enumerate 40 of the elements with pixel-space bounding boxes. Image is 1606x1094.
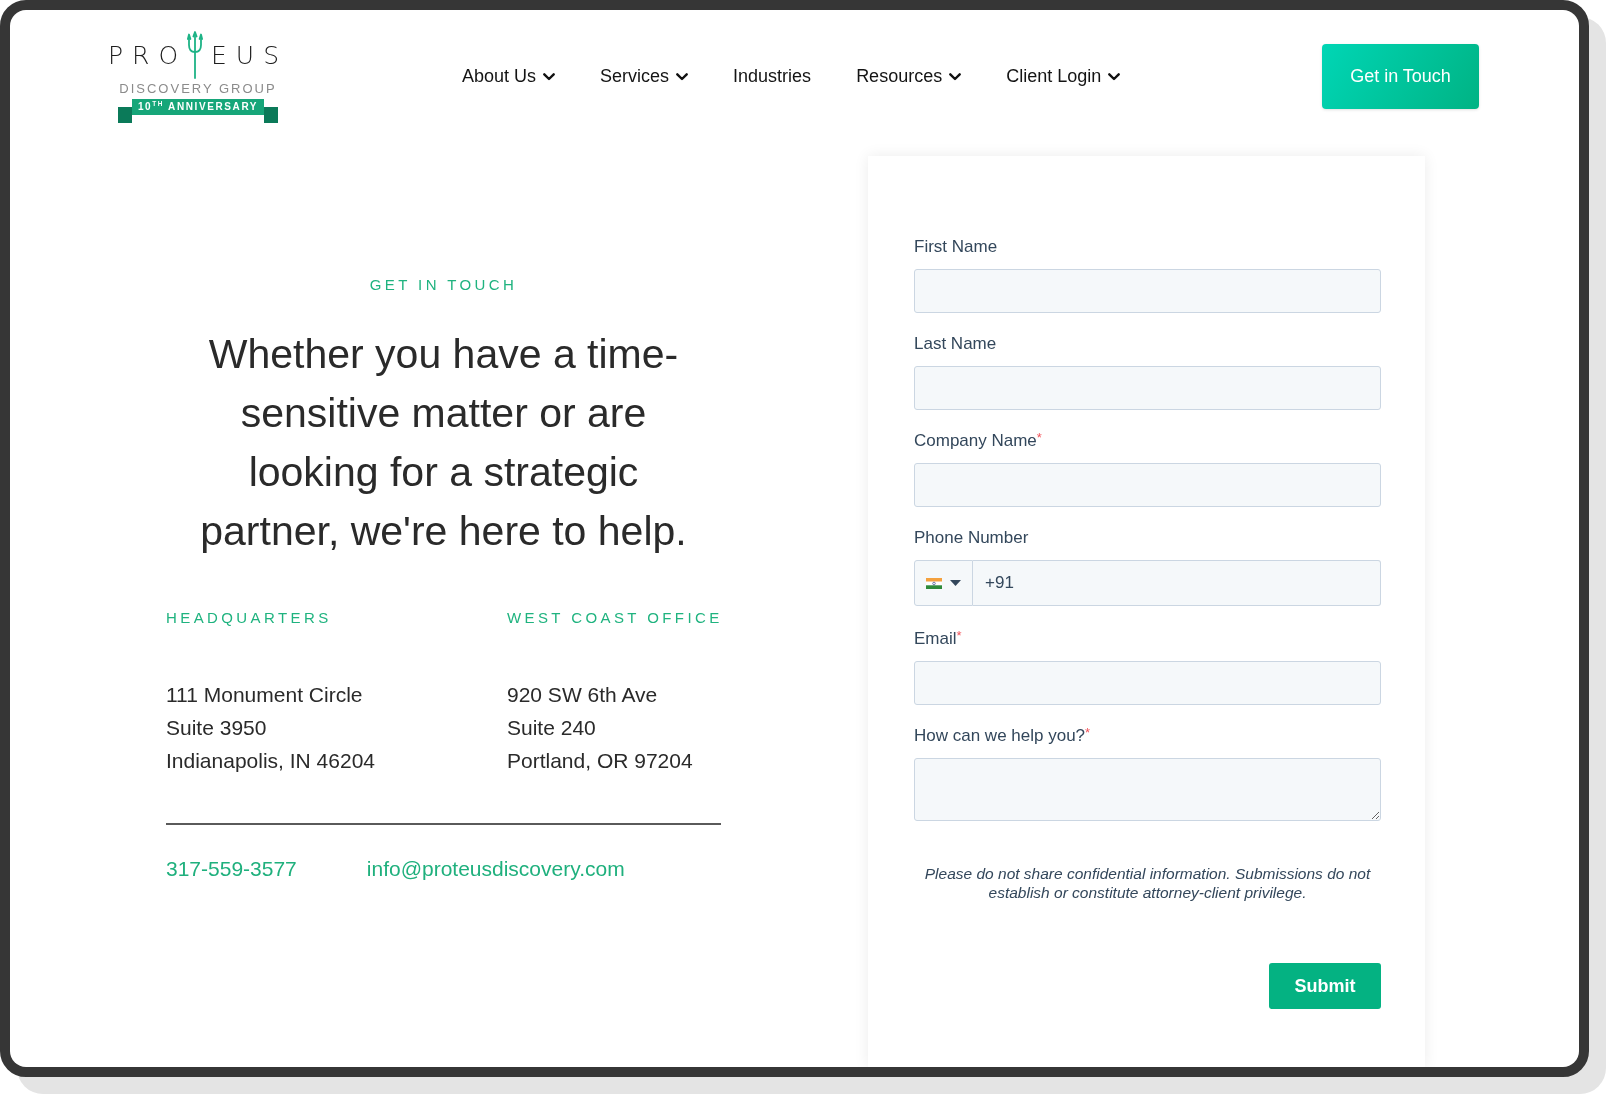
input-field[interactable] — [914, 463, 1381, 507]
flag-icon — [926, 577, 942, 589]
address-line: Suite 240 — [507, 715, 597, 741]
address-line: Suite 3950 — [166, 715, 268, 741]
input-field[interactable] — [914, 661, 1381, 705]
field-label: How can we help you?* — [914, 726, 1092, 746]
chevron-down-icon — [676, 72, 689, 81]
address-line: Indianapolis, IN 46204 — [166, 748, 376, 774]
logo-text: PRO — [107, 43, 188, 68]
headline: Whether you have a time-sensitive matter or are looking for a strategic partner, we're here to help. — [199, 330, 688, 556]
field-label: Phone Number — [914, 528, 1030, 548]
phone-field[interactable]: +91 — [973, 560, 1381, 606]
section-eyebrow: GET IN TOUCH — [368, 275, 519, 295]
office-title: WEST COAST OFFICE — [507, 608, 723, 628]
message-field[interactable] — [914, 758, 1381, 821]
field-label: First Name — [914, 237, 999, 257]
chevron-down-icon — [949, 72, 962, 81]
logo-tagline: DISCOVERY GROUP — [119, 81, 277, 96]
field-label: Last Name — [914, 334, 998, 354]
caret-down-icon — [950, 580, 961, 586]
form-disclaimer: Please do not share confidential information. Submissions do not establish or constitute attorney-client privilege. — [923, 864, 1372, 902]
nav-link[interactable]: Resources — [856, 66, 962, 87]
address-line: 111 Monument Circle — [166, 682, 364, 708]
field-label: Company Name* — [914, 431, 1043, 451]
trident-icon — [187, 30, 204, 79]
field-label: Email* — [914, 629, 963, 649]
chevron-down-icon — [543, 72, 556, 81]
nav-link[interactable]: Client Login — [1006, 66, 1121, 87]
office-title: HEADQUARTERS — [166, 608, 333, 628]
chevron-down-icon — [1108, 72, 1121, 81]
address-line: 920 SW 6th Ave — [507, 682, 659, 708]
nav-link[interactable]: Services — [600, 66, 689, 87]
country-select[interactable] — [914, 560, 973, 606]
logo-text: EUS — [211, 43, 289, 68]
anniversary-ribbon: 10$^{TH}$ ANNIVERSARY — [117, 98, 279, 123]
input-field[interactable] — [914, 269, 1381, 313]
input-field[interactable] — [914, 366, 1381, 410]
nav-link[interactable]: Industries — [733, 66, 812, 87]
address-line: Portland, OR 97204 — [507, 748, 694, 774]
nav-link[interactable]: About Us — [462, 66, 556, 87]
